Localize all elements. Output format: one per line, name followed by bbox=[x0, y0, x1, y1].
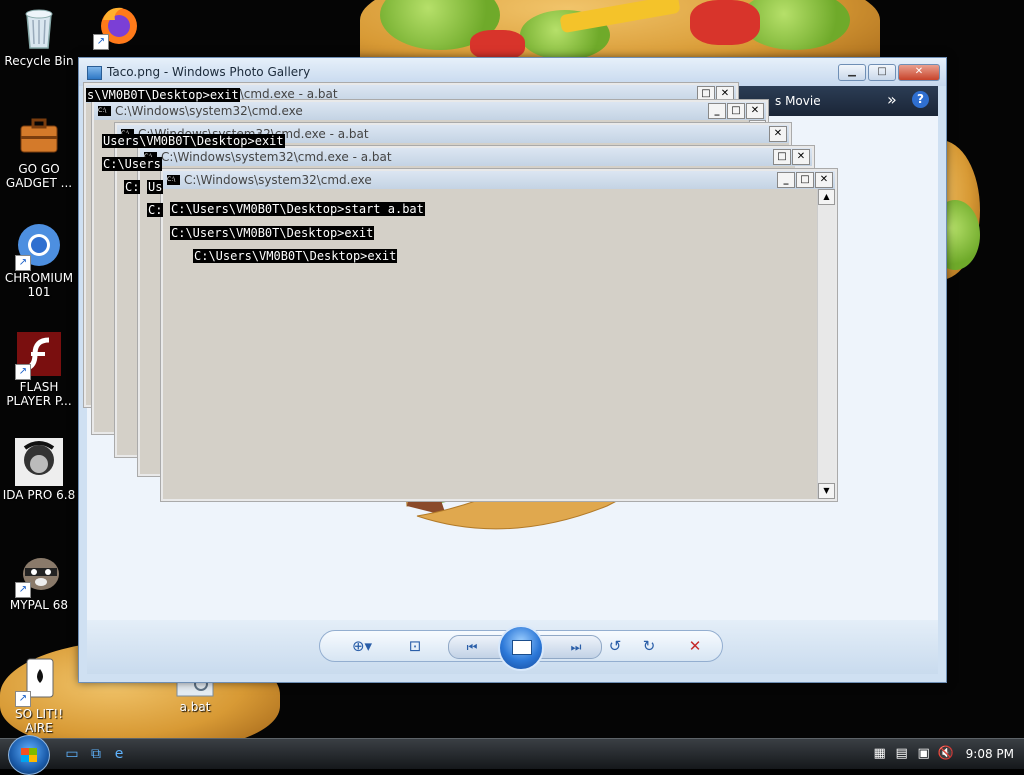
shortcut-arrow-icon: ↗ bbox=[15, 255, 31, 271]
slideshow-button[interactable] bbox=[498, 625, 544, 671]
flash-icon: ↗ bbox=[15, 330, 63, 380]
zoom-icon[interactable]: ⊕▾ bbox=[346, 636, 378, 656]
shortcut-arrow-icon: ↗ bbox=[15, 691, 31, 707]
recycle-bin-icon bbox=[15, 4, 63, 52]
close-button[interactable]: ✕ bbox=[769, 126, 787, 142]
delete-icon[interactable]: ✕ bbox=[684, 636, 706, 656]
cmd-title: C:\Windows\system32\cmd.exe bbox=[184, 173, 372, 187]
volume-muted-icon[interactable]: 🔇 bbox=[938, 746, 954, 762]
control-bar: ⊕▾ ⊡ ⏮ ⏭ ↺ ↻ ✕ bbox=[319, 625, 723, 671]
taskbar: ▭ ⧉ e ▦ ▤ ▣ 🔇 9:08 PM bbox=[0, 735, 1024, 775]
console-line: s\VM0B0T\Desktop>exit bbox=[86, 88, 240, 102]
maximize-button[interactable]: □ bbox=[868, 64, 896, 81]
close-button[interactable]: ✕ bbox=[898, 64, 940, 81]
window-title: Taco.png - Windows Photo Gallery bbox=[107, 65, 311, 79]
scroll-up-arrow-icon[interactable]: ▲ bbox=[818, 189, 835, 205]
photo-gallery-titlebar[interactable]: Taco.png - Windows Photo Gallery ▁ □ ✕ bbox=[79, 58, 946, 86]
windows-logo-icon bbox=[21, 748, 37, 762]
desktop-icon-label: Recycle Bin bbox=[4, 54, 74, 68]
cmd-titlebar[interactable]: C:\ C:\Windows\system32\cmd.exe bbox=[163, 171, 835, 189]
slideshow-icon bbox=[512, 640, 532, 655]
console-line: C: bbox=[147, 203, 164, 217]
desktop-icon-ida-pro[interactable]: IDA PRO 6.8 bbox=[1, 438, 77, 502]
tray-app-icon[interactable]: ▦ bbox=[872, 746, 888, 762]
briefcase-icon bbox=[15, 112, 63, 160]
make-movie-menu[interactable]: s Movie bbox=[775, 94, 821, 108]
close-button[interactable]: ✕ bbox=[746, 103, 764, 119]
console-line: C:\Users bbox=[102, 157, 162, 171]
shortcut-arrow-icon: ↗ bbox=[93, 34, 109, 50]
system-tray: ▦ ▤ ▣ 🔇 9:08 PM bbox=[872, 746, 1014, 762]
vertical-scrollbar[interactable]: ▲▼ bbox=[817, 189, 835, 499]
rotate-counterclockwise-icon[interactable]: ↺ bbox=[604, 636, 626, 656]
shortcut-arrow-icon: ↗ bbox=[15, 582, 31, 598]
maximize-button[interactable]: □ bbox=[773, 149, 791, 165]
wallpaper-tomato bbox=[690, 0, 760, 45]
desktop-icon-so-lit-aire[interactable]: ↗ SO LIT!! AIRE bbox=[1, 657, 77, 735]
desktop-icon-label: IDA PRO 6.8 bbox=[2, 488, 76, 502]
minimize-button[interactable]: ▁ bbox=[838, 64, 866, 81]
desktop-icon-firefox[interactable]: ↗ bbox=[79, 0, 155, 50]
cmd-icon: C:\ bbox=[167, 175, 180, 185]
console-line: C:\Users\VM0B0T\Desktop>start a.bat bbox=[170, 202, 425, 216]
minimize-button[interactable]: _ bbox=[777, 172, 795, 188]
console-line: Users\VM0B0T\Desktop>exit bbox=[102, 134, 285, 148]
desktop-icon-flash-player[interactable]: ↗ FLASH PLAYER P... bbox=[1, 330, 77, 408]
help-icon[interactable]: ? bbox=[912, 91, 929, 108]
desktop-icon-label: SO LIT!! AIRE bbox=[14, 707, 64, 735]
scroll-down-arrow-icon[interactable]: ▼ bbox=[818, 483, 835, 499]
desktop-icon-label: CHROMIUM 101 bbox=[4, 271, 74, 299]
desktop-icon-label: MYPAL 68 bbox=[9, 598, 69, 612]
tray-network-icon[interactable]: ▤ bbox=[894, 746, 910, 762]
console-line: C: bbox=[124, 180, 141, 194]
console-line: C:\Users\VM0B0T\Desktop>exit bbox=[193, 249, 398, 263]
close-button[interactable]: ✕ bbox=[792, 149, 810, 165]
minimize-button[interactable]: _ bbox=[708, 103, 726, 119]
next-icon[interactable]: ⏭ bbox=[565, 637, 587, 657]
internet-explorer-icon[interactable]: e bbox=[111, 746, 127, 762]
raccoon-icon: ↗ bbox=[15, 548, 63, 598]
maximize-button[interactable]: □ bbox=[796, 172, 814, 188]
desktop-icon-recycle-bin[interactable]: Recycle Bin bbox=[1, 4, 77, 68]
close-button[interactable]: ✕ bbox=[815, 172, 833, 188]
cmd-title: C:\Windows\system32\cmd.exe bbox=[115, 104, 303, 118]
wallpaper-tomato bbox=[470, 30, 525, 60]
console-line: C:\Users\VM0B0T\Desktop>exit bbox=[170, 226, 375, 240]
cmd-icon: C:\ bbox=[98, 106, 111, 116]
ida-pro-icon bbox=[15, 438, 63, 486]
desktop-icon-label: FLASH PLAYER P... bbox=[6, 380, 72, 408]
desktop-icon-go-go-gadget[interactable]: GO GO GADGET ... bbox=[1, 112, 77, 190]
maximize-button[interactable]: □ bbox=[727, 103, 745, 119]
shortcut-arrow-icon: ↗ bbox=[15, 364, 31, 380]
rotate-clockwise-icon[interactable]: ↻ bbox=[638, 636, 660, 656]
tray-monitor-icon[interactable]: ▣ bbox=[916, 746, 932, 762]
desktop-icon-mypal[interactable]: ↗ MYPAL 68 bbox=[1, 548, 77, 612]
firefox-icon: ↗ bbox=[93, 0, 141, 50]
chromium-icon: ↗ bbox=[15, 221, 63, 271]
previous-icon[interactable]: ⏮ bbox=[461, 637, 483, 657]
start-button[interactable] bbox=[8, 735, 50, 775]
desktop-icon-label: GO GO GADGET ... bbox=[5, 162, 73, 190]
photo-gallery-controls: ⊕▾ ⊡ ⏮ ⏭ ↺ ↻ ✕ bbox=[87, 620, 938, 674]
cmd-window-active[interactable]: C:\ C:\Windows\system32\cmd.exe _ □ ✕ ▲ ▼ bbox=[161, 169, 837, 501]
playing-card-icon: ↗ bbox=[15, 657, 63, 707]
clock[interactable]: 9:08 PM bbox=[966, 747, 1014, 761]
desktop: Recycle Bin ↗ GO GO GADGET ... ↗ CHROMIU… bbox=[0, 0, 1024, 738]
photo-gallery-app-icon bbox=[87, 66, 102, 80]
console-line: Us bbox=[147, 180, 164, 194]
show-desktop-icon[interactable]: ▭ bbox=[64, 746, 80, 762]
desktop-icon-chromium[interactable]: ↗ CHROMIUM 101 bbox=[1, 221, 77, 299]
switch-windows-icon[interactable]: ⧉ bbox=[88, 746, 104, 762]
cmd-titlebar[interactable]: C:\ C:\Windows\system32\cmd.exe bbox=[94, 102, 766, 120]
desktop-icon-label: a.bat bbox=[179, 700, 211, 714]
more-commands-button[interactable]: » bbox=[887, 90, 897, 109]
cmd-titlebar[interactable]: C:\C:\Windows\system32\cmd.exe - a.bat bbox=[140, 148, 812, 166]
actual-size-icon[interactable]: ⊡ bbox=[404, 636, 426, 656]
cmd-title: C:\Windows\system32\cmd.exe - a.bat bbox=[161, 150, 392, 164]
